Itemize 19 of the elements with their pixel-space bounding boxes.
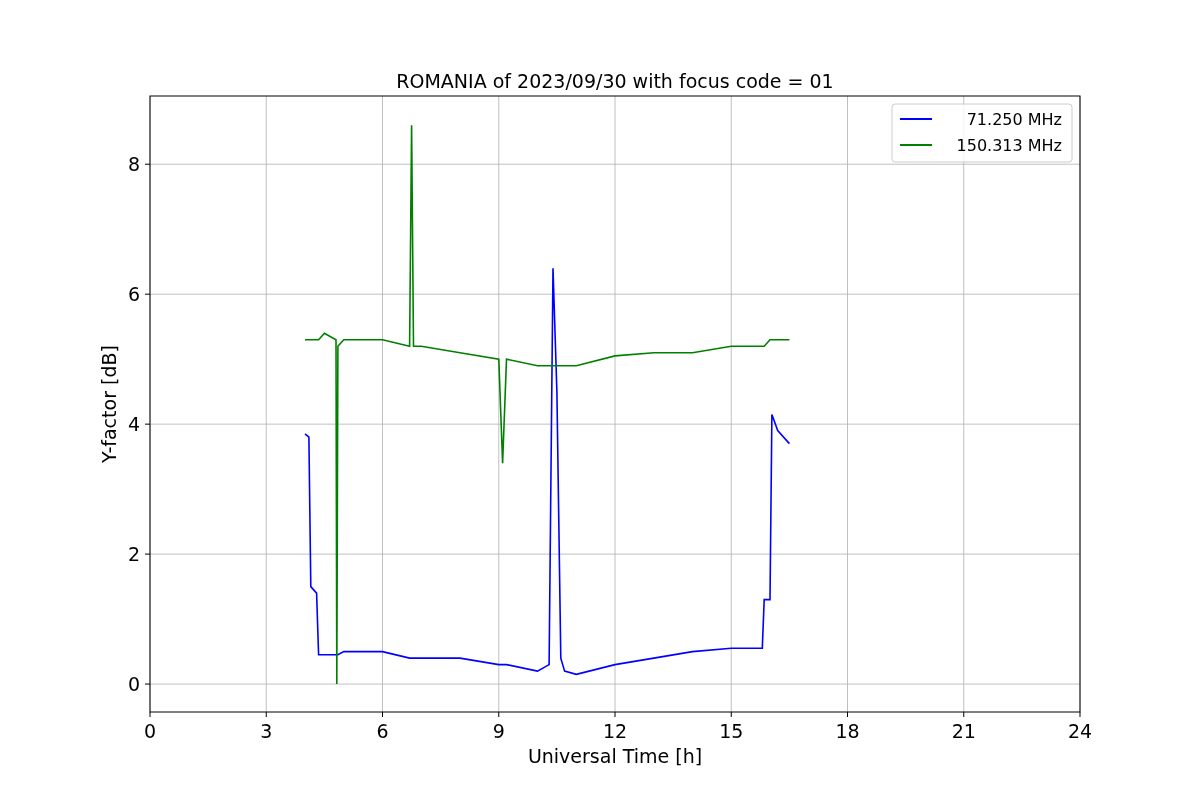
legend-label: 150.313 MHz: [956, 136, 1062, 155]
x-tick-label: 3: [260, 720, 273, 742]
x-tick-label: 18: [835, 720, 860, 742]
x-tick-label: 9: [492, 720, 505, 742]
y-axis-label: Y-factor [dB]: [98, 345, 120, 463]
x-tick-label: 6: [376, 720, 389, 742]
x-tick-label: 21: [951, 720, 976, 742]
y-tick-label: 2: [127, 543, 140, 566]
x-tick-label: 15: [719, 720, 744, 742]
x-tick-label: 0: [143, 720, 157, 742]
y-tick-label: 6: [127, 283, 140, 306]
y-tick-label: 8: [127, 153, 140, 176]
chart-title: ROMANIA of 2023/09/30 with focus code = 01: [396, 70, 834, 92]
x-tick-label: 24: [1067, 720, 1093, 742]
legend-label: 71.250 MHz: [966, 110, 1062, 129]
x-tick-label: 12: [602, 720, 628, 742]
y-tick-label: 0: [127, 673, 140, 696]
x-axis-label: Universal Time [h]: [527, 745, 703, 767]
y-tick-label: 4: [127, 413, 140, 436]
